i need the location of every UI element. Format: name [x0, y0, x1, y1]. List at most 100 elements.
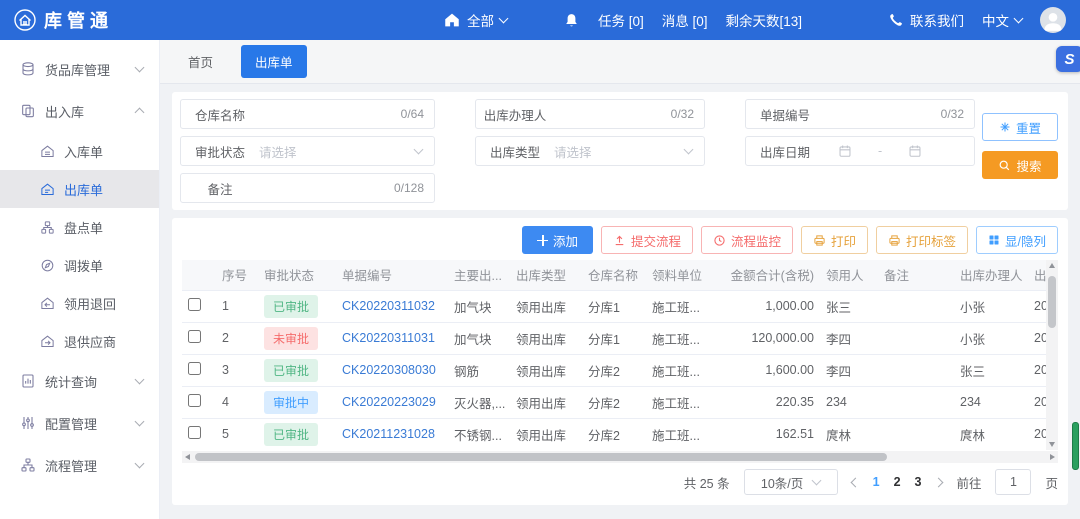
- chevron-down-icon: [414, 145, 424, 155]
- orders-table-wrap: 序号 审批状态 单据编号 主要出... 出库类型 仓库名称 领料单位 金额合计(…: [182, 260, 1058, 450]
- page-number-2[interactable]: 2: [894, 475, 901, 489]
- org-chart-icon: [40, 220, 55, 235]
- show-hide-columns-button[interactable]: 显/隐列: [976, 226, 1058, 254]
- status-badge: 审批中: [264, 391, 318, 414]
- warehouse-supplier-icon: [40, 334, 55, 349]
- print-button[interactable]: 打印: [801, 226, 868, 254]
- language-selector[interactable]: 中文: [982, 10, 1022, 30]
- col-doc-no: 单据编号: [336, 260, 448, 290]
- add-button[interactable]: 添加: [522, 226, 593, 254]
- chevron-down-icon: [135, 375, 145, 385]
- scroll-right-arrow-icon[interactable]: [1050, 454, 1055, 460]
- row-checkbox[interactable]: [188, 394, 201, 407]
- table-horizontal-scrollbar[interactable]: [182, 451, 1058, 463]
- char-counter: 0/32: [671, 107, 704, 121]
- prev-page-button[interactable]: [852, 479, 859, 486]
- col-handler: 出库办理人: [954, 260, 1028, 290]
- status-badge: 已审批: [264, 295, 318, 318]
- table-vertical-scrollbar[interactable]: [1046, 260, 1058, 450]
- page-size-select[interactable]: 10条/页: [744, 469, 838, 495]
- page-number-3[interactable]: 3: [915, 475, 922, 489]
- row-checkbox[interactable]: [188, 330, 201, 343]
- row-checkbox[interactable]: [188, 298, 201, 311]
- reset-button[interactable]: 重置: [982, 113, 1058, 141]
- page-number-1[interactable]: 1: [873, 475, 880, 489]
- brand-logo-icon: [13, 8, 37, 32]
- scroll-up-arrow-icon[interactable]: [1049, 263, 1055, 268]
- days-remaining: 剩余天数[13]: [726, 10, 803, 30]
- col-approval-status: 审批状态: [258, 260, 336, 290]
- topbar: 库管通 全部 任务 [0] 消息 [0] 剩余天数[13]: [0, 0, 1080, 40]
- row-checkbox[interactable]: [188, 362, 201, 375]
- bell-icon[interactable]: [563, 12, 580, 29]
- doc-no-link[interactable]: CK20220311031: [342, 331, 435, 345]
- chevron-down-icon: [135, 63, 145, 73]
- sidebar-item-in-out-warehouse[interactable]: 出入库: [0, 90, 159, 132]
- scroll-left-arrow-icon[interactable]: [185, 454, 190, 460]
- table-row[interactable]: 3 已审批 CK20220308030 钢筋 领用出库 分库2 施工班... 1…: [182, 354, 1058, 386]
- chevron-down-icon: [135, 459, 145, 469]
- contact-us-link[interactable]: 联系我们: [888, 10, 964, 30]
- sidebar-item-config-mgmt[interactable]: 配置管理: [0, 402, 159, 444]
- doc-no-link[interactable]: CK20220223029: [342, 395, 436, 409]
- sidebar-item-goods-warehouse-mgmt[interactable]: 货品库管理: [0, 48, 159, 90]
- search-button[interactable]: 搜索: [982, 151, 1058, 179]
- outbound-handler-field[interactable]: 出库办理人 0/32: [475, 99, 705, 129]
- char-counter: 0/32: [941, 107, 974, 121]
- clock-icon: [713, 234, 726, 247]
- col-out-type: 出库类型: [510, 260, 582, 290]
- tab-outbound-order[interactable]: 出库单: [241, 45, 307, 78]
- next-page-button[interactable]: [935, 479, 942, 486]
- horizontal-scroll-thumb[interactable]: [195, 453, 887, 461]
- submit-flow-button[interactable]: 提交流程: [601, 226, 693, 254]
- table-row[interactable]: 5 已审批 CK20211231028 不锈钢... 领用出库 分库2 施工班.…: [182, 418, 1058, 450]
- messages-link[interactable]: 消息 [0]: [662, 10, 708, 30]
- chevron-down-icon: [1014, 14, 1024, 24]
- doc-no-link[interactable]: CK20220311032: [342, 299, 435, 313]
- tab-home[interactable]: 首页: [174, 45, 227, 78]
- doc-no-link[interactable]: CK20211231028: [342, 427, 435, 441]
- scroll-down-arrow-icon[interactable]: [1049, 442, 1055, 447]
- status-badge: 未审批: [264, 327, 318, 350]
- table-row[interactable]: 4 审批中 CK20220223029 灭火器,... 领用出库 分库2 施工班…: [182, 386, 1058, 418]
- print-label-button[interactable]: 打印标签: [876, 226, 968, 254]
- sidebar-item-stocktaking-order[interactable]: 盘点单: [0, 208, 159, 246]
- floating-tool-button[interactable]: S: [1056, 46, 1080, 72]
- table-row[interactable]: 1 已审批 CK20220311032 加气块 领用出库 分库1 施工班... …: [182, 290, 1058, 322]
- outbound-date-range[interactable]: 出库日期 -: [745, 136, 975, 166]
- col-note: 备注: [878, 260, 954, 290]
- sidebar-item-statistics-query[interactable]: 统计查询: [0, 360, 159, 402]
- vertical-scroll-thumb[interactable]: [1048, 276, 1056, 328]
- col-seq: 序号: [216, 260, 258, 290]
- outbound-type-select[interactable]: 出库类型 请选择: [475, 136, 705, 166]
- approval-status-select[interactable]: 审批状态 请选择: [180, 136, 435, 166]
- chevron-right-icon: [934, 477, 944, 487]
- sidebar-item-workflow-mgmt[interactable]: 流程管理: [0, 444, 159, 486]
- sidebar-item-inbound-order[interactable]: 入库单: [0, 132, 159, 170]
- table-row[interactable]: 2 未审批 CK20220311031 加气块 领用出库 分库1 施工班... …: [182, 322, 1058, 354]
- sidebar-item-requisition-return[interactable]: 领用退回: [0, 284, 159, 322]
- flow-monitor-button[interactable]: 流程监控: [701, 226, 793, 254]
- sidebar-item-transfer-order[interactable]: 调拨单: [0, 246, 159, 284]
- tab-strip: 首页 出库单: [160, 40, 1080, 84]
- sidebar-item-outbound-order[interactable]: 出库单: [0, 170, 159, 208]
- calendar-icon[interactable]: [838, 144, 852, 158]
- col-amount: 金额合计(含税): [718, 260, 820, 290]
- note-field[interactable]: 备注 0/128: [180, 173, 435, 203]
- row-checkbox[interactable]: [188, 426, 201, 439]
- warehouse-name-field[interactable]: 仓库名称 0/64: [180, 99, 435, 129]
- doc-number-field[interactable]: 单据编号 0/32: [745, 99, 975, 129]
- scope-selector[interactable]: 全部: [443, 10, 507, 30]
- goto-page-input[interactable]: [995, 469, 1031, 495]
- calendar-icon[interactable]: [908, 144, 922, 158]
- chevron-down-icon: [812, 476, 822, 486]
- window-scrollbar-thumb[interactable]: [1072, 422, 1079, 470]
- total-count: 共 25 条: [684, 473, 730, 492]
- col-recipient: 领用人: [820, 260, 878, 290]
- reset-icon: [999, 121, 1011, 133]
- tasks-link[interactable]: 任务 [0]: [598, 10, 644, 30]
- doc-no-link[interactable]: CK20220308030: [342, 363, 436, 377]
- in-out-icon: [20, 103, 36, 119]
- user-avatar[interactable]: [1040, 7, 1066, 33]
- sidebar-item-return-to-supplier[interactable]: 退供应商: [0, 322, 159, 360]
